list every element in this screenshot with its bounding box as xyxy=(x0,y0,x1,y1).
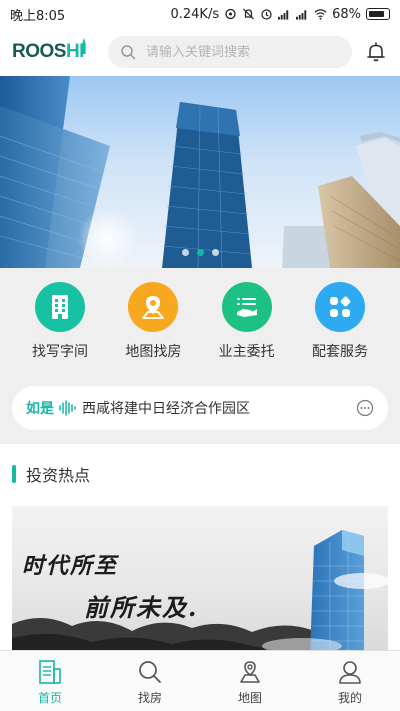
battery-icon xyxy=(366,8,390,20)
service-office-space[interactable]: 找写字间 xyxy=(14,282,106,361)
tab-find-house[interactable]: 找房 xyxy=(100,651,200,711)
search-bar[interactable] xyxy=(108,36,352,68)
tab-home[interactable]: 首页 xyxy=(0,651,100,711)
section-title: 投资热点 xyxy=(26,466,91,485)
banner-dot-3[interactable] xyxy=(211,249,219,256)
search-icon xyxy=(139,661,161,683)
bottom-tab-bar: 首页 找房 地图 我的 xyxy=(0,650,400,711)
news-ticker[interactable]: 如是 西咸将建中日经济合作园区 xyxy=(12,386,388,430)
search-icon xyxy=(121,45,136,60)
service-supporting[interactable]: 配套服务 xyxy=(294,282,386,361)
service-label: 配套服务 xyxy=(311,344,368,360)
building-icon xyxy=(35,282,85,332)
mute-icon xyxy=(243,8,255,20)
grid-diamond-icon xyxy=(314,282,365,332)
rooshi-logo[interactable]: ROOS HI xyxy=(12,36,94,68)
map-pin-icon xyxy=(128,282,179,332)
status-indicators: 0.24K/s 68% xyxy=(170,7,390,22)
news-headline: 西咸将建中日经济合作园区 xyxy=(82,401,250,417)
service-map-search[interactable]: 地图找房 xyxy=(107,282,199,361)
status-time: 晚上8:05 xyxy=(10,8,66,24)
bell-icon[interactable] xyxy=(364,40,388,64)
tab-label: 我的 xyxy=(337,691,362,705)
service-owner-entrust[interactable]: 业主委托 xyxy=(201,282,293,361)
tab-profile[interactable]: 我的 xyxy=(300,651,400,711)
banner-skyscrapers-image xyxy=(0,76,400,268)
wifi-icon xyxy=(314,9,327,20)
services-row: 找写字间 地图找房 业主委托 配套服务 xyxy=(0,268,400,361)
banner-pagination xyxy=(0,249,400,256)
tab-label: 找房 xyxy=(137,691,162,705)
app-header: ROOS HI xyxy=(0,28,400,76)
service-label: 找写字间 xyxy=(32,344,88,360)
hotspot-icon xyxy=(225,8,236,20)
tab-label: 首页 xyxy=(37,691,62,705)
user-icon xyxy=(339,661,361,684)
banner-dot-1[interactable] xyxy=(181,249,189,256)
section-header: 投资热点 xyxy=(0,454,400,494)
battery-percent: 68% xyxy=(332,6,361,22)
service-label: 业主委托 xyxy=(218,344,275,360)
search-input[interactable] xyxy=(146,44,336,60)
signal-icon xyxy=(278,10,289,20)
services-section: 找写字间 地图找房 业主委托 配套服务 如是 西咸将建中日经济合作园区 xyxy=(0,268,400,444)
hotspot-slogan-line1: 时代所至 xyxy=(22,553,119,579)
tab-label: 地图 xyxy=(237,691,262,705)
hero-banner[interactable] xyxy=(0,76,400,268)
home-doc-icon xyxy=(39,660,61,684)
hand-list-icon xyxy=(221,282,272,332)
hotspot-card-image xyxy=(12,530,388,656)
signal-hd-icon xyxy=(296,10,307,20)
section-accent-bar xyxy=(12,465,16,483)
investment-hotspot-card[interactable]: 时代所至 前所未及. xyxy=(12,506,388,656)
network-speed: 0.24K/s xyxy=(170,6,220,22)
alarm-icon xyxy=(261,9,272,20)
news-tag: 如是 xyxy=(26,401,54,417)
tab-map[interactable]: 地图 xyxy=(200,651,300,711)
logo-tower-icon xyxy=(82,38,86,54)
more-icon[interactable] xyxy=(356,399,374,417)
logo-text-main: ROOS xyxy=(12,41,66,62)
sound-wave-icon xyxy=(59,400,76,416)
hotspot-slogan-line2: 前所未及. xyxy=(84,593,199,622)
banner-dot-2[interactable] xyxy=(196,249,204,256)
service-label: 地图找房 xyxy=(125,344,182,360)
map-icon xyxy=(240,661,260,683)
status-bar: 晚上8:05 0.24K/s 68% xyxy=(0,0,400,28)
